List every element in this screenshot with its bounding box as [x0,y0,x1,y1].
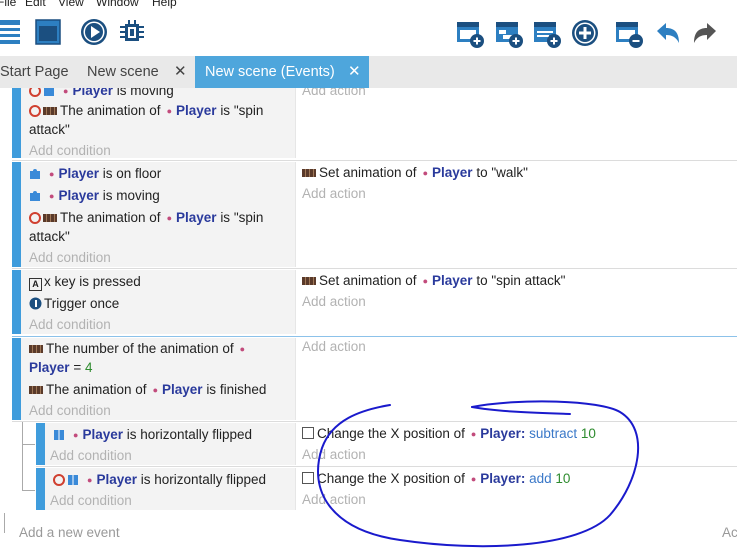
annotation-circle [317,400,640,548]
